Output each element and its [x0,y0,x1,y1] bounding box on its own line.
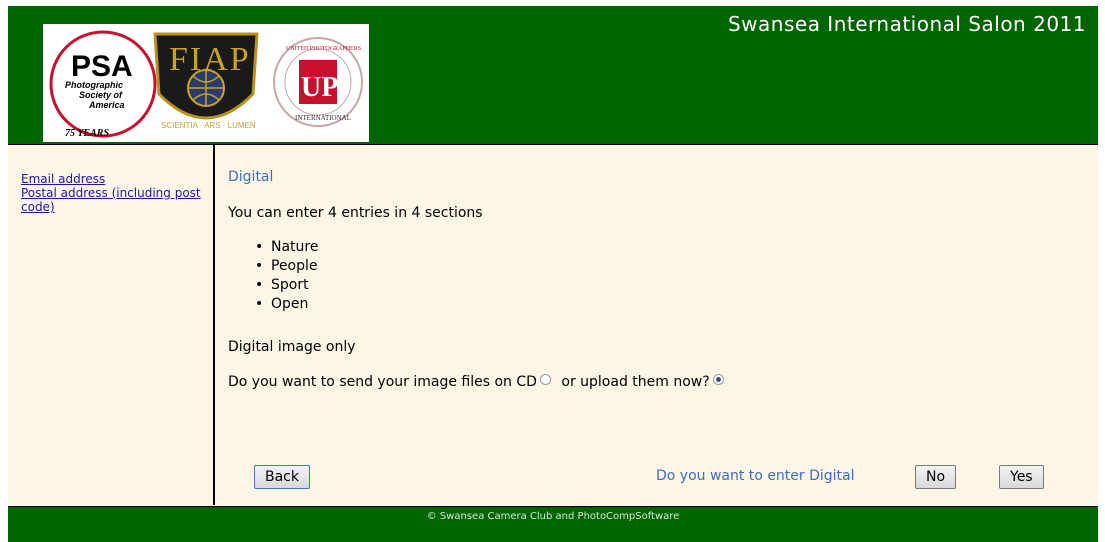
psa-line-1: Photographic [65,80,123,90]
sidebar-link-email[interactable]: Email address [21,172,201,186]
enter-question: Do you want to enter Digital [656,468,855,484]
list-item: Sport [255,276,318,295]
psa-line-3: America [88,100,125,110]
sponsor-logos: PSA Photographic Society of America 75 Y… [49,30,363,139]
main-panel: Digital You can enter 4 entries in 4 sec… [215,145,1098,505]
entries-text: You can enter 4 entries in 4 sections [228,205,483,221]
send-question: Do you want to send your image files on … [228,374,537,390]
sections-list: Nature People Sport Open [255,238,318,314]
back-button[interactable]: Back [254,465,310,489]
up-ring-bottom: INTERNATIONAL [295,114,351,122]
sidebar-link-postal[interactable]: Postal address (including post code) [21,186,201,214]
psa-line-2: Society of [79,90,123,100]
send-method-row: Do you want to send your image files on … [228,374,724,390]
psa-years: 75 YEARS [65,128,109,139]
upload-option-label: or upload them now? [561,374,710,390]
yes-button[interactable]: Yes [999,465,1044,489]
cd-radio[interactable] [539,374,551,385]
list-item: People [255,257,318,276]
logo-panel: PSA Photographic Society of America 75 Y… [43,24,369,142]
footer-text: © Swansea Camera Club and PhotoCompSoftw… [426,511,680,522]
sidebar: Email address Postal address (including … [8,145,215,505]
fiap-motto: SCIENTIA · ARS · LUMEN [161,121,256,130]
list-item: Nature [255,238,318,257]
site-title: Swansea International Salon 2011 [727,12,1086,36]
up-logo: UP UNITED PHOTOGRAPHERS INTERNATIONAL [273,37,363,127]
psa-big-text: PSA [71,50,133,83]
psa-logo: PSA Photographic Society of America 75 Y… [49,30,157,139]
digital-note: Digital image only [228,339,356,355]
no-button[interactable]: No [915,465,957,489]
sidebar-links: Email address Postal address (including … [21,172,201,214]
list-item: Open [255,295,318,314]
fiap-logo: FIAP SCIENTIA · ARS · LUMEN [153,32,259,130]
up-ring-top: UNITED PHOTOGRAPHERS [286,46,361,52]
upload-radio[interactable] [712,374,724,385]
section-title: Digital [228,169,274,185]
up-mark: UP [301,72,338,103]
site-footer: © Swansea Camera Club and PhotoCompSoftw… [8,506,1098,542]
